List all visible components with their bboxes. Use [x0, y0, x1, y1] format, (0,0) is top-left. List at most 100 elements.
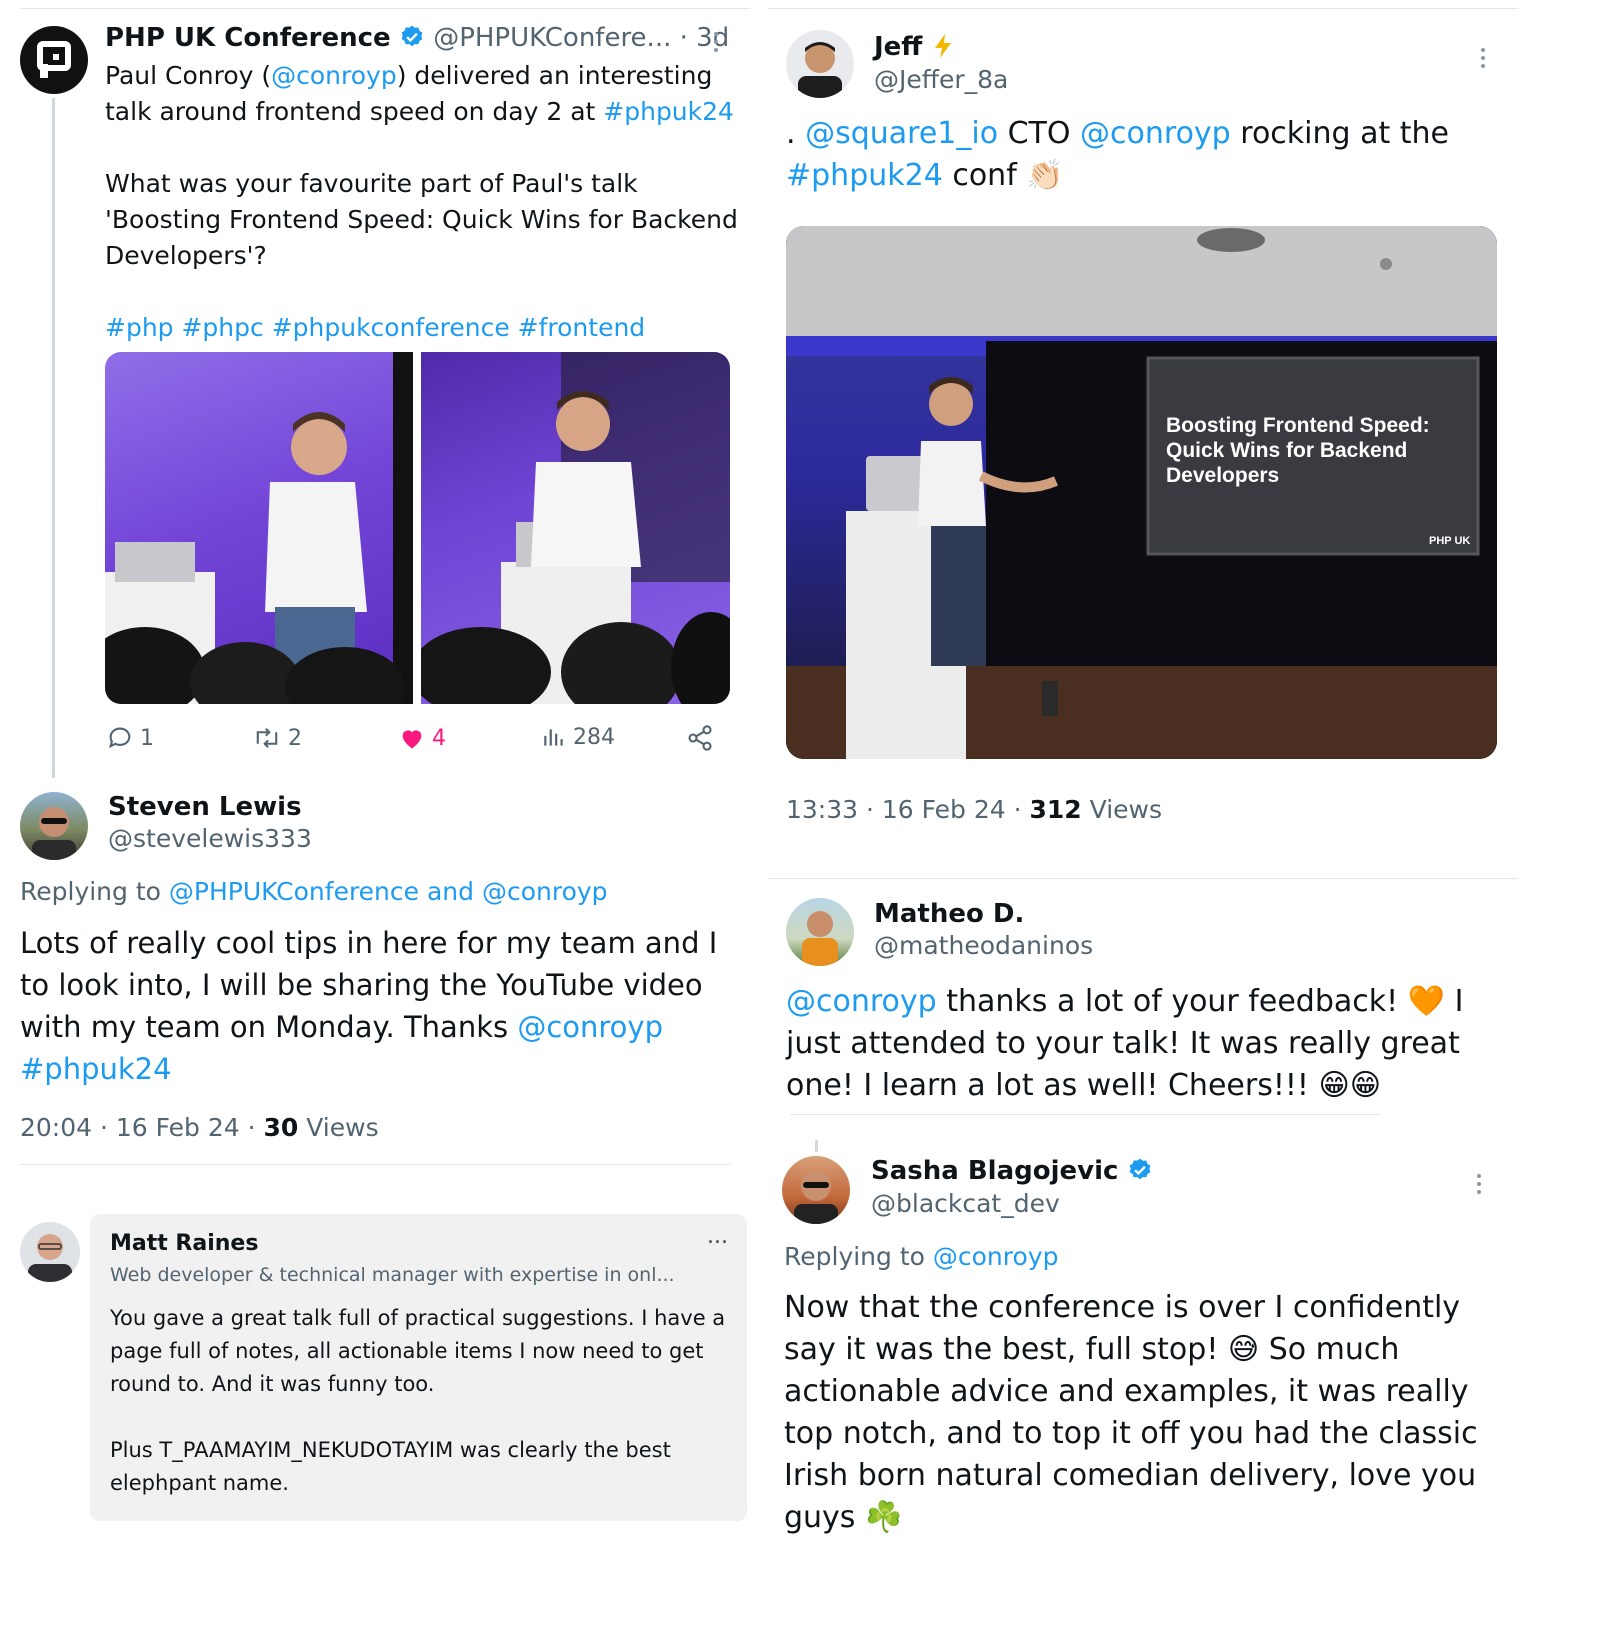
text: Irish born natural comedian delivery, lo… — [784, 1458, 1477, 1493]
timestamp[interactable]: 13:33 · 16 Feb 24 · 312 Views — [786, 794, 1162, 826]
lightning-icon — [935, 34, 952, 58]
text: just attended to your talk! It was reall… — [786, 1026, 1460, 1061]
share-icon — [688, 725, 712, 751]
divider — [768, 878, 1518, 879]
person-photo-graphic — [32, 807, 76, 860]
steven-avatar[interactable] — [20, 792, 88, 860]
matheo-avatar[interactable] — [786, 898, 854, 966]
more-options-icon[interactable] — [1480, 48, 1486, 68]
author-handle[interactable]: @Jeffer_8a — [874, 64, 1008, 96]
hashtags-link[interactable]: #php #phpc #phpukconference #frontend — [105, 310, 745, 346]
divider — [790, 1114, 1380, 1115]
mention-link[interactable]: @conroyp — [517, 1010, 663, 1044]
views-action[interactable]: 284 — [541, 724, 615, 750]
top-divider-right — [768, 8, 1518, 9]
share-action[interactable] — [686, 724, 714, 752]
question-line-2: 'Boosting Frontend Speed: Quick Wins for… — [105, 205, 738, 234]
hashtag-link[interactable]: #phpuk24 — [786, 158, 943, 193]
author-handle[interactable]: @stevelewis333 — [108, 823, 312, 855]
sasha-avatar[interactable] — [782, 1156, 850, 1224]
talk-photo-1[interactable] — [105, 352, 413, 704]
replying-to-link[interactable]: @PHPUKConference and @conroyp — [169, 877, 608, 906]
text: elephpant name. — [110, 1471, 289, 1495]
top-divider-left — [20, 8, 750, 9]
text: thanks a lot of your feedback! — [936, 984, 1408, 1019]
views-label: Views — [298, 1113, 379, 1142]
mention-link[interactable]: @square1_io — [805, 116, 998, 151]
text: one! I learn a lot as well! Cheers!!! — [786, 1068, 1319, 1103]
tweet-body: Now that the conference is over I confid… — [784, 1287, 1524, 1539]
repost-count: 2 — [288, 725, 302, 751]
tweet-time[interactable]: · 3d — [680, 23, 730, 53]
author-handle[interactable]: @matheodaninos — [874, 930, 1093, 962]
views-label: Views — [1081, 795, 1163, 824]
slide-logo: PHP UK — [1429, 535, 1470, 547]
view-count: 284 — [573, 724, 615, 750]
text: round to. And it was funny too. — [110, 1372, 435, 1396]
tweet-body: . @square1_io CTO @conroyp rocking at th… — [786, 113, 1506, 197]
time-text: 13:33 · 16 Feb 24 · — [786, 795, 1030, 824]
more-options-icon[interactable] — [1476, 1174, 1482, 1194]
commenter-name[interactable]: Matt Raines — [110, 1230, 258, 1258]
text: actionable advice and examples, it was r… — [784, 1374, 1469, 1409]
author-handle[interactable]: @PHPUKConfere... — [433, 23, 671, 53]
replying-to: Replying to @PHPUKConference and @conroy… — [20, 876, 608, 908]
talk-photo-2[interactable] — [421, 352, 730, 704]
author-name[interactable]: Steven Lewis — [108, 791, 302, 823]
text: You gave a great talk full of practical … — [110, 1306, 726, 1330]
author-name[interactable]: PHP UK Conference — [105, 23, 391, 53]
author-name-text: Jeff — [874, 32, 923, 62]
author-name[interactable]: Sasha Blagojevic — [871, 1155, 1153, 1187]
views-count: 30 — [263, 1113, 299, 1142]
hashtag-link[interactable]: #phpuk24 — [20, 1048, 740, 1090]
repost-icon — [256, 728, 278, 748]
person-photo-graphic — [794, 1171, 838, 1224]
text: . — [786, 116, 806, 151]
replying-to: Replying to @conroyp — [784, 1241, 1058, 1273]
time-text: 20:04 · 16 Feb 24 · — [20, 1113, 264, 1142]
hashtag-link[interactable]: #phpuk24 — [603, 97, 734, 126]
reply-action[interactable]: 1 — [106, 724, 154, 752]
text: Lots of really cool tips in here for my … — [20, 926, 718, 960]
timestamp[interactable]: 20:04 · 16 Feb 24 · 30 Views — [20, 1112, 379, 1144]
divider — [20, 1164, 730, 1165]
author-name[interactable]: Matheo D. — [874, 898, 1024, 930]
speaker-photo-graphic — [421, 352, 730, 704]
slide-title-line-3: Developers — [1166, 464, 1279, 487]
like-action[interactable]: 4 — [398, 724, 446, 752]
php-uk-avatar[interactable] — [20, 26, 88, 94]
text: So much — [1259, 1332, 1400, 1367]
talk-photo-jeff[interactable]: Boosting Frontend Speed: Quick Wins for … — [786, 226, 1497, 759]
mention-link[interactable]: @conroyp — [1080, 116, 1231, 151]
person-photo-graphic — [28, 1234, 72, 1282]
comment-body: You gave a great talk full of practical … — [110, 1302, 730, 1500]
text: Plus T_PAAMAYIM_NEKUDOTAYIM was clearly … — [110, 1438, 671, 1462]
replying-label: Replying to — [784, 1242, 933, 1271]
reply-body: Lots of really cool tips in here for my … — [20, 922, 740, 1090]
views-count: 312 — [1029, 795, 1082, 824]
text: CTO — [998, 116, 1081, 151]
thread-line — [815, 1140, 818, 1152]
matt-avatar[interactable] — [20, 1222, 80, 1282]
more-options-icon[interactable]: ... — [707, 1224, 728, 1250]
person-photo-graphic — [798, 42, 842, 98]
text: Paul Conroy ( — [105, 61, 272, 90]
shamrock-emoji: ☘️ — [864, 1500, 903, 1535]
mention-link[interactable]: @conroyp — [786, 984, 937, 1019]
question-line-3: Developers'? — [105, 241, 267, 270]
tweet-body: @conroyp thanks a lot of your feedback! … — [786, 981, 1506, 1107]
slide-title-line-1: Boosting Frontend Speed: — [1166, 414, 1430, 437]
verified-badge-icon — [401, 25, 423, 47]
mention-link[interactable]: @conroyp — [271, 61, 397, 90]
clapping-hands-emoji: 👏🏻 — [1026, 158, 1064, 193]
author-handle[interactable]: @blackcat_dev — [871, 1188, 1060, 1220]
author-name[interactable]: Jeff — [874, 31, 955, 63]
text: ) delivered an interesting — [396, 61, 713, 90]
jeff-avatar[interactable] — [786, 30, 854, 98]
more-options-icon[interactable] — [713, 32, 719, 52]
repost-action[interactable]: 2 — [252, 724, 302, 752]
replying-to-link[interactable]: @conroyp — [933, 1242, 1059, 1271]
tweet-body: Paul Conroy (@conroyp) delivered an inte… — [105, 58, 745, 346]
question-line-1: What was your favourite part of Paul's t… — [105, 169, 638, 198]
text: guys — [784, 1500, 865, 1535]
